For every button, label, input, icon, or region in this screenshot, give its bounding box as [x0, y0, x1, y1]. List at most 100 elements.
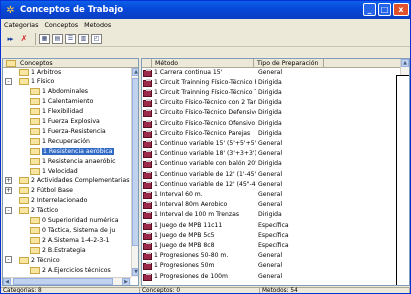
menu-categorias[interactable]: Categorias — [4, 21, 38, 29]
close-button[interactable]: x — [393, 3, 409, 16]
scroll-thumb[interactable] — [13, 278, 113, 285]
table-row[interactable]: 1 Progresiones 50m General — [142, 262, 400, 271]
scroll-up-icon[interactable]: ▲ — [401, 59, 409, 67]
tree-item[interactable]: 1 Velocidad — [30, 167, 78, 175]
view-list-icon[interactable]: ☰ — [65, 33, 76, 44]
scroll-down-icon[interactable]: ▼ — [132, 268, 138, 276]
table-row[interactable]: 1 Interval 80m Aerobico General — [142, 201, 400, 210]
table-row[interactable]: 1 Circuito Físico-Técnico con 2 Tareas Di… — [142, 99, 400, 108]
cell-metodo: 1 Continuo variable de 12' (45"-45"-30") — [154, 180, 256, 188]
folder-icon — [30, 217, 40, 224]
cell-metodo: 1 Circuito Físico-Técnico Defensivo — [154, 109, 256, 117]
cell-tipo: Dirigida — [258, 119, 282, 127]
tree-item[interactable]: 1 Resistencia anaeróbic — [30, 157, 116, 165]
table-row[interactable]: 1 Circuit Trainning Físico-Técnico Parej… — [142, 78, 400, 87]
scroll-thumb[interactable] — [132, 78, 138, 246]
tree-horizontal-scrollbar[interactable]: ◀ ▶ — [3, 277, 131, 285]
tree-item[interactable]: 1 Fuerza Explosiva — [30, 118, 100, 126]
tree-item-label: 1 Abdominales — [42, 88, 88, 96]
cell-tipo: General — [258, 262, 283, 270]
table-row[interactable]: 1 Circuit Trainning Físico-Técnico Tríos… — [142, 88, 400, 97]
cell-metodo: 1 Circuit Trainning Físico-Técnico Parej… — [154, 78, 256, 86]
column-header-tipo[interactable]: Tipo de Preparación — [254, 59, 324, 68]
expand-icon[interactable]: + — [5, 186, 12, 194]
view-details-icon[interactable]: ▥ — [78, 33, 89, 44]
tree-item[interactable]: +2 Actividades Complementarias — [5, 176, 130, 185]
tree-item[interactable]: 1 Flexibilidad — [30, 108, 83, 116]
table-row[interactable]: 1 Circuito Físico-Técnico Defensivo Dirig… — [142, 109, 400, 118]
table-row[interactable]: 1 Continuo variable de 12' (1'-45"-15")G… — [142, 170, 400, 179]
tree-item[interactable]: 2 A.Ejercicios técnicos — [30, 266, 111, 274]
method-icon — [143, 119, 152, 128]
table-row[interactable]: 1 Interval de 100 m Trenzas Dirigida — [142, 211, 400, 220]
nav-arrows-icon[interactable]: ▸▸ — [4, 33, 16, 45]
collapse-icon[interactable]: - — [5, 77, 12, 85]
tree-item-label: 1 Resistencia aeróbica — [42, 147, 114, 155]
tree-vertical-scrollbar[interactable]: ▲ ▼ — [131, 68, 138, 277]
scroll-up-icon[interactable]: ▲ — [132, 68, 138, 76]
maximize-button[interactable]: □ — [378, 3, 391, 16]
table-row[interactable]: 1 Progresiones de 100m General — [142, 272, 400, 281]
title-bar[interactable]: ✲ Conceptos de Trabajo _ □ x — [1, 1, 410, 19]
cell-tipo: General — [258, 150, 283, 158]
column-header-metodo[interactable]: Método — [152, 59, 254, 68]
table-row[interactable]: 1 Carrera continua 15' General — [142, 68, 400, 77]
tree-item[interactable]: 0 Táctica, Sistema de ju — [30, 226, 115, 234]
view-large-icon[interactable]: ▦ — [39, 33, 50, 44]
table-row[interactable]: 1 Juego de MPB 11c11 Específica — [142, 221, 400, 230]
scroll-left-icon[interactable]: ◀ — [3, 278, 11, 285]
tree-item-label: 2 Actividades Complementarias — [31, 177, 130, 185]
tree-item[interactable]: 1 Calentamiento — [30, 98, 93, 106]
delete-icon[interactable]: ✗ — [18, 33, 30, 45]
tree-item[interactable]: 1 Recuperación — [30, 137, 90, 145]
tree-item[interactable]: 1 Abdominales — [30, 88, 88, 96]
table-row[interactable]: 1 Continuo variable de 12' (45"-45"-30")… — [142, 180, 400, 189]
menu-conceptos[interactable]: Conceptos — [44, 21, 78, 29]
concepts-tree[interactable]: 1 Arbitros - 1 Físico 1 Abdominales 1 Calent… — [3, 68, 131, 277]
folder-icon — [30, 118, 40, 125]
cell-metodo: 1 Continuo variable 18' (3'+3+3') — [154, 150, 256, 158]
method-icon — [143, 150, 152, 159]
cell-tipo: Dirigida — [258, 160, 282, 168]
table-row[interactable]: 1 Circuito Físico-Técnico Ofensivo Dirigi… — [142, 119, 400, 128]
tree-item[interactable]: 2 Interrelacionado — [19, 197, 87, 205]
folder-icon — [19, 68, 29, 76]
cell-tipo: Dirigida — [258, 88, 282, 96]
table-row[interactable]: 1 Progresiones 50-80 m. General — [142, 252, 400, 261]
tree-item[interactable]: - 1 Físico — [5, 77, 54, 86]
tree-item[interactable]: 1 Resistencia aeróbica — [30, 147, 114, 155]
toolbar: ▸▸ ✗ ▦ ▤ ☰ ▥ ◰ — [1, 31, 410, 47]
print-preview-icon[interactable]: ◰ — [91, 33, 102, 44]
minimize-button[interactable]: _ — [363, 3, 376, 16]
table-row[interactable]: 1 Juego de MPB 8c8 Específica — [142, 241, 400, 250]
menu-metodos[interactable]: Metodos — [84, 21, 111, 29]
collapse-icon[interactable]: - — [5, 206, 12, 214]
folder-icon — [30, 246, 40, 254]
folder-icon — [30, 98, 40, 106]
table-row[interactable]: 1 Juego de MPB 5c5 Específica — [142, 231, 400, 240]
column-header-icon — [142, 59, 152, 68]
tree-item[interactable]: 1 Arbitros — [19, 68, 61, 76]
expand-icon[interactable]: + — [5, 176, 12, 184]
app-icon: ✲ — [6, 4, 15, 16]
method-icon — [143, 170, 152, 179]
tree-item-label: 1 Calentamiento — [42, 98, 94, 106]
table-row[interactable]: 1 Circuito Físico-Técnico Parejas Dirigid… — [142, 129, 400, 138]
tree-item[interactable]: - 2 Técnico — [5, 256, 60, 264]
table-row[interactable]: 1 Interval 60 m. General — [142, 190, 400, 199]
tree-item[interactable]: 2 B.Estrategia — [30, 246, 86, 254]
table-row[interactable]: 1 Continuo variable 15' (5'+5'+5') Genera… — [142, 139, 400, 148]
collapse-icon[interactable]: - — [5, 256, 12, 264]
table-row[interactable]: 1 Continuo variable 18' (3'+3+3') General — [142, 150, 400, 159]
cell-tipo: General — [258, 201, 283, 209]
table-row[interactable]: 1 Continuo variable con balón 20' Dirigid… — [142, 160, 400, 169]
tree-item[interactable]: 2 A.Sistema 1-4-2-3-1 — [30, 236, 110, 244]
methods-grid[interactable]: 1 Carrera continua 15' General 1 Circuit T… — [142, 68, 400, 285]
view-small-icon[interactable]: ▤ — [52, 33, 63, 44]
cell-metodo: 1 Circuito Físico-Técnico con 2 Tareas — [154, 99, 256, 107]
scroll-right-icon[interactable]: ▶ — [122, 278, 130, 285]
tree-item[interactable]: - 2 Táctico — [5, 206, 58, 215]
tree-item[interactable]: +2 Fútbol Base — [5, 186, 73, 195]
tree-item[interactable]: 1 Fuerza-Resistencia — [30, 127, 106, 135]
tree-item[interactable]: 0 Superioridad numérica — [30, 217, 119, 225]
